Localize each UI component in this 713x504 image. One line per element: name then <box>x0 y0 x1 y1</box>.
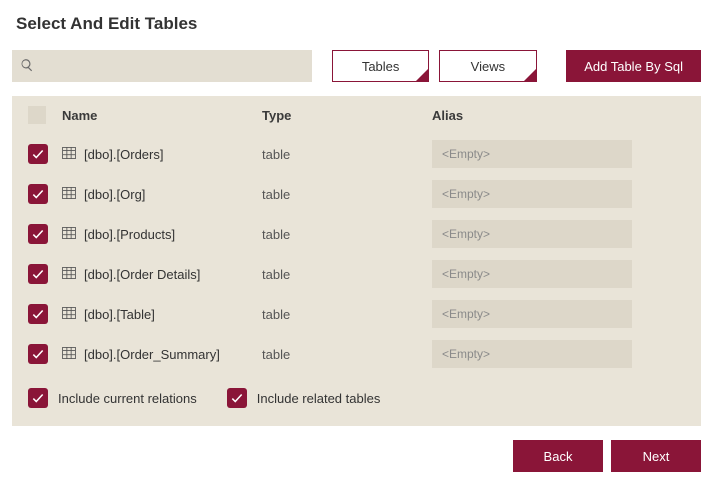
row-name: [dbo].[Products] <box>84 227 175 242</box>
row-name: [dbo].[Order_Summary] <box>84 347 220 362</box>
table-header: Name Type Alias <box>12 96 701 134</box>
add-table-by-sql-button[interactable]: Add Table By Sql <box>566 50 701 82</box>
table-icon <box>62 267 76 282</box>
search-input-wrapper[interactable] <box>12 50 312 82</box>
row-checkbox[interactable] <box>28 184 48 204</box>
tab-views-label: Views <box>471 59 505 74</box>
tables-panel: Name Type Alias [dbo].[Orders] tab <box>12 96 701 426</box>
include-relations-checkbox[interactable] <box>28 388 48 408</box>
row-type: table <box>262 147 432 162</box>
table-row: [dbo].[Orders] table <box>12 134 701 174</box>
next-button[interactable]: Next <box>611 440 701 472</box>
row-checkbox[interactable] <box>28 344 48 364</box>
row-type: table <box>262 267 432 282</box>
back-button-label: Back <box>544 449 573 464</box>
tab-tables[interactable]: Tables <box>332 50 429 82</box>
alias-input[interactable] <box>432 180 632 208</box>
row-checkbox[interactable] <box>28 144 48 164</box>
row-checkbox[interactable] <box>28 304 48 324</box>
table-icon <box>62 187 76 202</box>
tab-tables-label: Tables <box>362 59 400 74</box>
row-type: table <box>262 187 432 202</box>
table-row: [dbo].[Order_Summary] table <box>12 334 701 374</box>
table-icon <box>62 307 76 322</box>
table-icon <box>62 227 76 242</box>
select-all-checkbox[interactable] <box>28 106 46 124</box>
table-icon <box>62 147 76 162</box>
row-type: table <box>262 347 432 362</box>
table-icon <box>62 347 76 362</box>
alias-input[interactable] <box>432 300 632 328</box>
back-button[interactable]: Back <box>513 440 603 472</box>
table-row: [dbo].[Org] table <box>12 174 701 214</box>
row-name: [dbo].[Table] <box>84 307 155 322</box>
column-header-name: Name <box>62 108 262 123</box>
page-title: Select And Edit Tables <box>16 14 701 34</box>
alias-input[interactable] <box>432 140 632 168</box>
search-icon <box>20 58 34 75</box>
next-button-label: Next <box>643 449 670 464</box>
search-input[interactable] <box>34 58 304 75</box>
row-checkbox[interactable] <box>28 264 48 284</box>
row-type: table <box>262 227 432 242</box>
add-table-by-sql-label: Add Table By Sql <box>584 59 683 74</box>
table-row: [dbo].[Order Details] table <box>12 254 701 294</box>
alias-input[interactable] <box>432 220 632 248</box>
row-checkbox[interactable] <box>28 224 48 244</box>
include-related-label: Include related tables <box>257 391 381 406</box>
table-row: [dbo].[Products] table <box>12 214 701 254</box>
row-name: [dbo].[Order Details] <box>84 267 200 282</box>
column-header-alias: Alias <box>432 108 685 123</box>
row-name: [dbo].[Org] <box>84 187 145 202</box>
column-header-type: Type <box>262 108 432 123</box>
include-related-checkbox[interactable] <box>227 388 247 408</box>
tab-views[interactable]: Views <box>439 50 536 82</box>
table-row: [dbo].[Table] table <box>12 294 701 334</box>
row-name: [dbo].[Orders] <box>84 147 163 162</box>
alias-input[interactable] <box>432 260 632 288</box>
row-type: table <box>262 307 432 322</box>
include-relations-label: Include current relations <box>58 391 197 406</box>
alias-input[interactable] <box>432 340 632 368</box>
